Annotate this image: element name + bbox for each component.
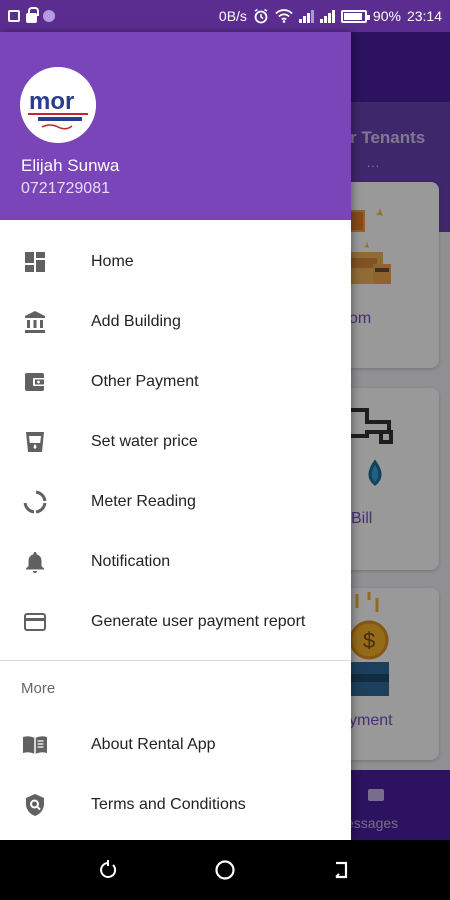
menu-label: Generate user payment report — [91, 613, 306, 630]
notification-dot-icon — [43, 10, 55, 22]
signal-icon — [298, 9, 314, 23]
menu-label: Set water price — [91, 433, 198, 450]
signal-icon-2 — [319, 9, 335, 23]
menu-item-home[interactable]: Home — [0, 232, 351, 292]
battery-icon — [340, 9, 370, 23]
svg-text:mor: mor — [29, 88, 74, 115]
bell-icon — [22, 549, 48, 575]
dashboard-icon — [22, 249, 48, 275]
wifi-icon — [275, 9, 293, 23]
user-name: Elijah Sunwa — [21, 156, 120, 175]
recent-apps-button[interactable] — [88, 850, 128, 890]
menu-item-set-water-price[interactable]: Set water price — [0, 412, 351, 472]
lock-icon — [26, 7, 39, 23]
menu-label: Notification — [91, 553, 171, 570]
back-button[interactable] — [322, 850, 362, 890]
alarm-icon — [254, 8, 268, 24]
menu-item-add-building[interactable]: Add Building — [0, 292, 351, 352]
bank-icon — [22, 309, 48, 335]
menu-label: Other Payment — [91, 373, 199, 390]
system-nav-bar — [0, 840, 450, 900]
status-bar: 0B/s 90% 23:14 — [0, 0, 450, 32]
menu-item-terms[interactable]: Terms and Conditions — [0, 775, 351, 835]
clock: 23:14 — [406, 8, 442, 24]
user-phone: 0721729081 — [21, 180, 110, 197]
shield-search-icon — [22, 792, 48, 818]
navigation-drawer: mor Elijah Sunwa 0721729081 Home Add Bui… — [0, 32, 351, 840]
drawer-header: mor Elijah Sunwa 0721729081 — [0, 32, 351, 220]
company-logo: mor — [20, 67, 96, 143]
battery-percent: 90% — [372, 8, 401, 24]
menu-label: Meter Reading — [91, 493, 196, 510]
menu-item-payment-report[interactable]: Generate user payment report — [0, 592, 351, 652]
home-circle-icon — [215, 860, 235, 880]
menu-item-other-payment[interactable]: Other Payment — [0, 352, 351, 412]
drawer-menu: Home Add Building Other Payment Set wate… — [0, 220, 351, 652]
book-icon — [22, 732, 48, 758]
more-section-title: More — [21, 679, 56, 697]
meter-icon — [22, 489, 48, 515]
water-glass-icon — [22, 429, 48, 455]
menu-label: Terms and Conditions — [91, 796, 246, 813]
menu-item-about[interactable]: About Rental App — [0, 715, 351, 775]
menu-item-meter-reading[interactable]: Meter Reading — [0, 472, 351, 532]
menu-label: About Rental App — [91, 736, 216, 753]
net-speed: 0B/s — [218, 8, 247, 24]
menu-label: Add Building — [91, 313, 181, 330]
menu-item-notification[interactable]: Notification — [0, 532, 351, 592]
menu-label: Home — [91, 253, 134, 270]
wallet-icon — [22, 369, 48, 395]
more-menu: About Rental App Terms and Conditions — [0, 715, 351, 835]
home-button[interactable] — [205, 850, 245, 890]
recent-apps-icon — [100, 860, 117, 878]
screenshot-icon — [8, 10, 20, 22]
avatar[interactable]: mor — [20, 67, 96, 143]
back-icon — [334, 861, 347, 879]
credit-card-icon — [22, 609, 48, 635]
